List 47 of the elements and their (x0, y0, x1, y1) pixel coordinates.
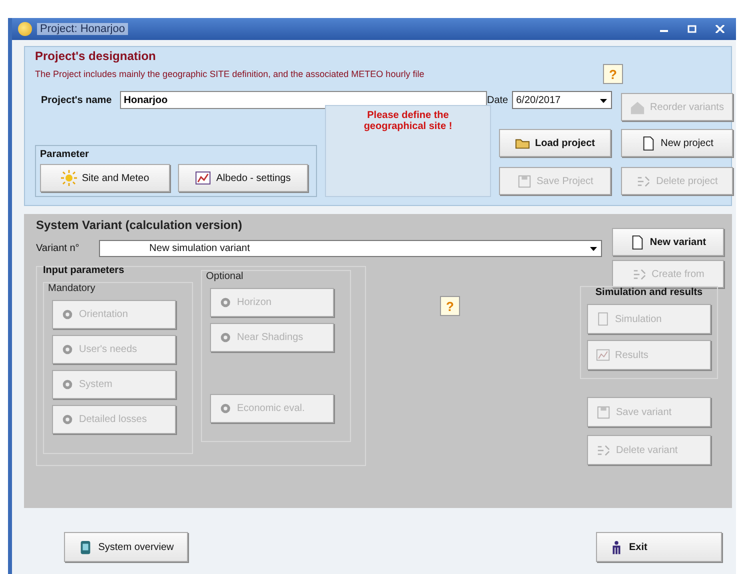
field-label: Variant n° (36, 243, 80, 254)
gear-icon (61, 343, 74, 356)
arrows-icon (632, 266, 647, 282)
gear-icon (219, 331, 232, 344)
parameter-button[interactable]: Albedo - settings (178, 164, 308, 192)
variant-button[interactable]: New variant (612, 228, 724, 256)
maximize-icon (687, 25, 697, 33)
group-heading: Input parameters (43, 265, 126, 276)
help-button[interactable]: ? (440, 296, 460, 316)
footer-button[interactable]: System overview (64, 532, 188, 562)
help-button[interactable]: ? (603, 64, 623, 84)
save-icon (516, 174, 532, 188)
warning-message: Please define the geographical site ! (362, 110, 454, 134)
parameter-button[interactable]: Site and Meteo (40, 164, 170, 192)
variant-dropdown[interactable]: New simulation variant (99, 240, 602, 257)
group-heading: Optional (206, 271, 244, 282)
chart-icon (195, 170, 212, 186)
footer-button[interactable]: Exit (596, 532, 722, 562)
arrows-icon (596, 442, 611, 458)
description-text: The Project includes mainly the geographic SITE definition, and the associated METEO hourly file (35, 69, 424, 79)
project-name-field[interactable]: Honarjoo (120, 91, 487, 109)
page-icon (630, 234, 645, 250)
project-button[interactable]: Load project (499, 129, 611, 157)
app-icon (18, 22, 32, 36)
project-button[interactable]: New project (621, 129, 733, 157)
house-icon (630, 100, 646, 114)
chart-icon (596, 348, 610, 362)
window-title: Project: Honarjoo (37, 23, 128, 35)
group-heading: Parameter (40, 149, 90, 160)
date-dropdown[interactable]: 6/20/2017 (512, 91, 612, 109)
section-heading: Project's designation (35, 49, 157, 63)
gear-icon (61, 413, 74, 426)
field-label: Project's name (41, 94, 112, 106)
save-icon (596, 404, 611, 420)
gear-icon (61, 308, 74, 321)
document-icon (596, 312, 610, 326)
gear-icon (219, 402, 232, 415)
group-heading: Mandatory (48, 283, 96, 294)
gear-icon (219, 296, 232, 309)
group-heading: Simulation and results (595, 287, 703, 298)
dropdown-arrow-icon (589, 244, 598, 253)
gear-icon (61, 378, 74, 391)
field-label: Date (487, 94, 508, 106)
sun-icon (60, 170, 77, 186)
page-icon (640, 136, 656, 150)
section-heading: System Variant (calculation version) (36, 218, 244, 232)
close-icon (715, 25, 725, 33)
